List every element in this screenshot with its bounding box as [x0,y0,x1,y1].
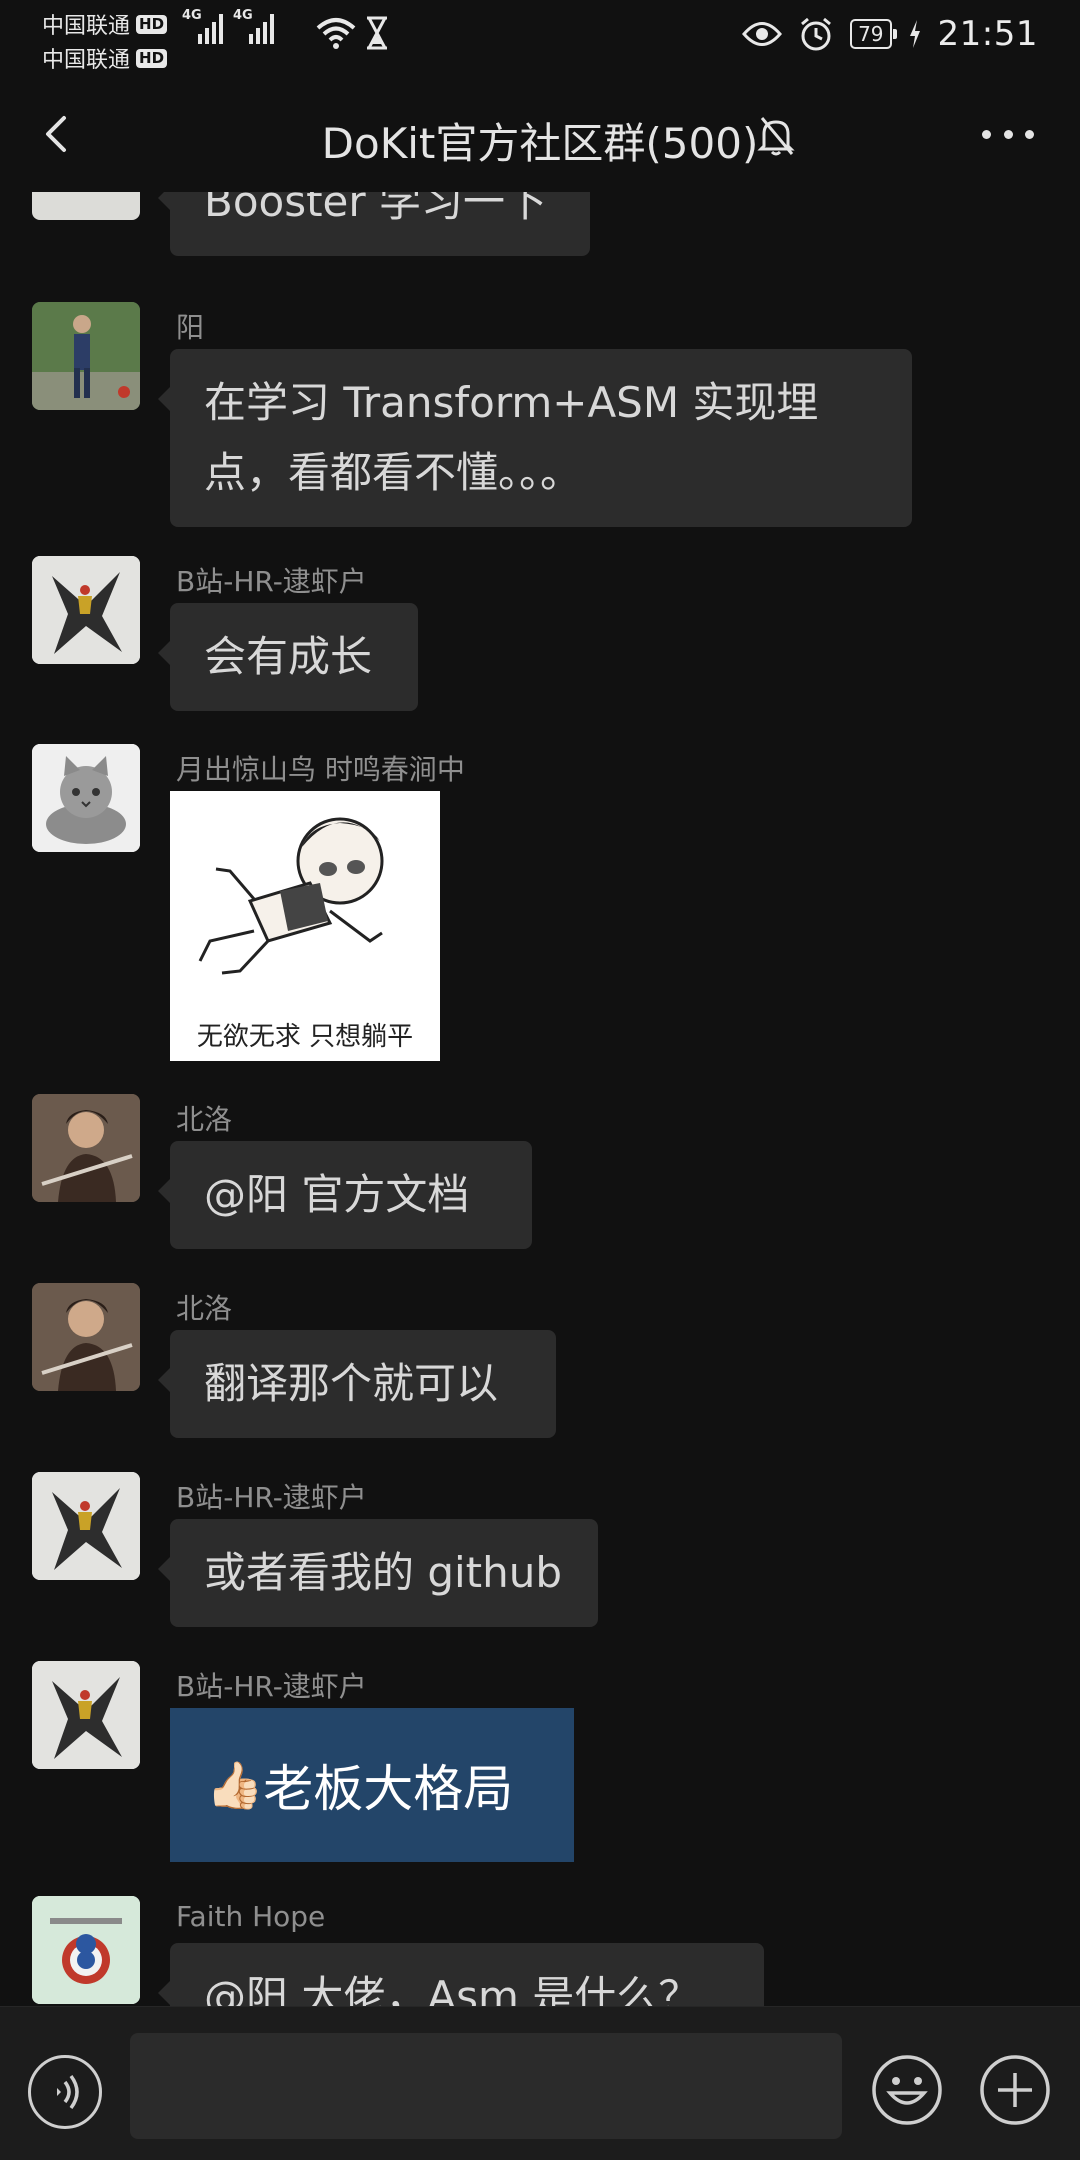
network-tag-1: 4G [182,8,202,23]
signal-group: 4G 4G [182,8,274,44]
sticker-image[interactable]: 无欲无求 只想躺平 [170,791,440,1061]
person-photo-icon[interactable] [32,302,140,410]
emoji-button-icon[interactable] [870,2053,944,2127]
carrier-2: 中国联通 HD [42,42,168,74]
hourglass-icon [367,16,387,50]
dot-icon [1025,129,1034,139]
charging-icon [909,20,920,48]
plus-button-icon[interactable] [978,2053,1052,2127]
battery-level: 79 [850,19,898,49]
status-bar: 中国联通 HD 中国联通 HD 4G 4G 79 21:51 [0,0,1080,73]
carrier-1-label: 中国联通 [42,14,131,39]
message-text: 翻译那个就可以 [204,1359,499,1408]
voice-input-button[interactable] [28,2055,102,2129]
image-message[interactable]: 👍🏻 老板大格局 [170,1708,574,1862]
message-text: Booster 学习一下 [204,192,548,226]
wifi-icon [316,18,356,49]
sender-name: B站-HR-逮虾户 [176,1481,367,1514]
message-text: 会有成长 [204,632,373,681]
sender-name: 北洛 [176,1292,233,1325]
dot-icon [1003,129,1013,139]
sender-name: B站-HR-逮虾户 [176,1670,367,1703]
message-list[interactable]: Booster 学习一下 阳 在学习 Transform+ASM 实现埋点，看都… [0,192,1080,2006]
signal-1-icon: 4G [182,8,223,44]
sender-name: 阳 [176,311,205,344]
hd-badge-2: HD [136,48,168,68]
more-options-button[interactable] [972,114,1044,154]
message-text: 在学习 Transform+ASM 实现埋点，看都看不懂。。。 [204,378,819,497]
voice-wave-icon [57,2074,79,2110]
avatar-partial-icon[interactable] [32,192,140,220]
game-character-icon[interactable] [32,1094,140,1202]
sender-name: 北洛 [176,1103,233,1136]
message-bubble[interactable]: @阳 大佬，Asm 是什么？ [158,1943,764,2006]
network-tag-2: 4G [233,8,253,23]
input-bar [0,2006,1080,2160]
eye-icon [742,22,783,46]
clock: 21:51 [937,14,1038,54]
game-character-icon[interactable] [32,1283,140,1391]
chat-screen: 中国联通 HD 中国联通 HD 4G 4G 79 21:51 DoKit官方社区… [0,0,1080,2160]
signal-2-icon: 4G [233,8,274,44]
chat-header: DoKit官方社区群(500) [0,82,1080,192]
carrier-1: 中国联通 HD [42,8,168,40]
sender-name: B站-HR-逮虾户 [176,565,367,598]
thumbs-up-icon: 👍🏻 [206,1757,264,1812]
mecha-robot-icon[interactable] [32,1472,140,1580]
message-text: @阳 官方文档 [204,1170,470,1219]
message-bubble[interactable]: 会有成长 [158,603,418,711]
message-text: 或者看我的 github [204,1548,563,1597]
sender-name: Faith Hope [176,1900,326,1933]
group-title: DoKit官方社区群(500) [321,119,759,168]
status-right: 79 21:51 [742,14,1038,54]
captain-cartoon-icon[interactable] [32,1896,140,2004]
message-bubble[interactable]: 在学习 Transform+ASM 实现埋点，看都看不懂。。。 [158,349,912,527]
message-bubble[interactable]: Booster 学习一下 [158,192,590,256]
mecha-robot-icon[interactable] [32,556,140,664]
message-input[interactable] [130,2033,842,2139]
carrier-2-label: 中国联通 [42,48,131,73]
message-text: @阳 大佬，Asm 是什么？ [204,1972,701,2006]
mute-bell-icon [757,117,795,156]
cat-icon[interactable] [32,744,140,852]
message-bubble[interactable]: 或者看我的 github [158,1519,598,1627]
message-bubble[interactable]: @阳 官方文档 [158,1141,532,1249]
message-bubble[interactable]: 翻译那个就可以 [158,1330,556,1438]
hd-badge-1: HD [136,14,168,34]
mecha-robot-icon[interactable] [32,1661,140,1769]
image-text: 老板大格局 [263,1760,514,1818]
sender-name: 月出惊山鸟 时鸣春涧中 [176,753,465,786]
sticker-caption: 无欲无求 只想躺平 [196,1022,414,1052]
alarm-icon [801,17,832,51]
dot-icon [982,129,991,139]
